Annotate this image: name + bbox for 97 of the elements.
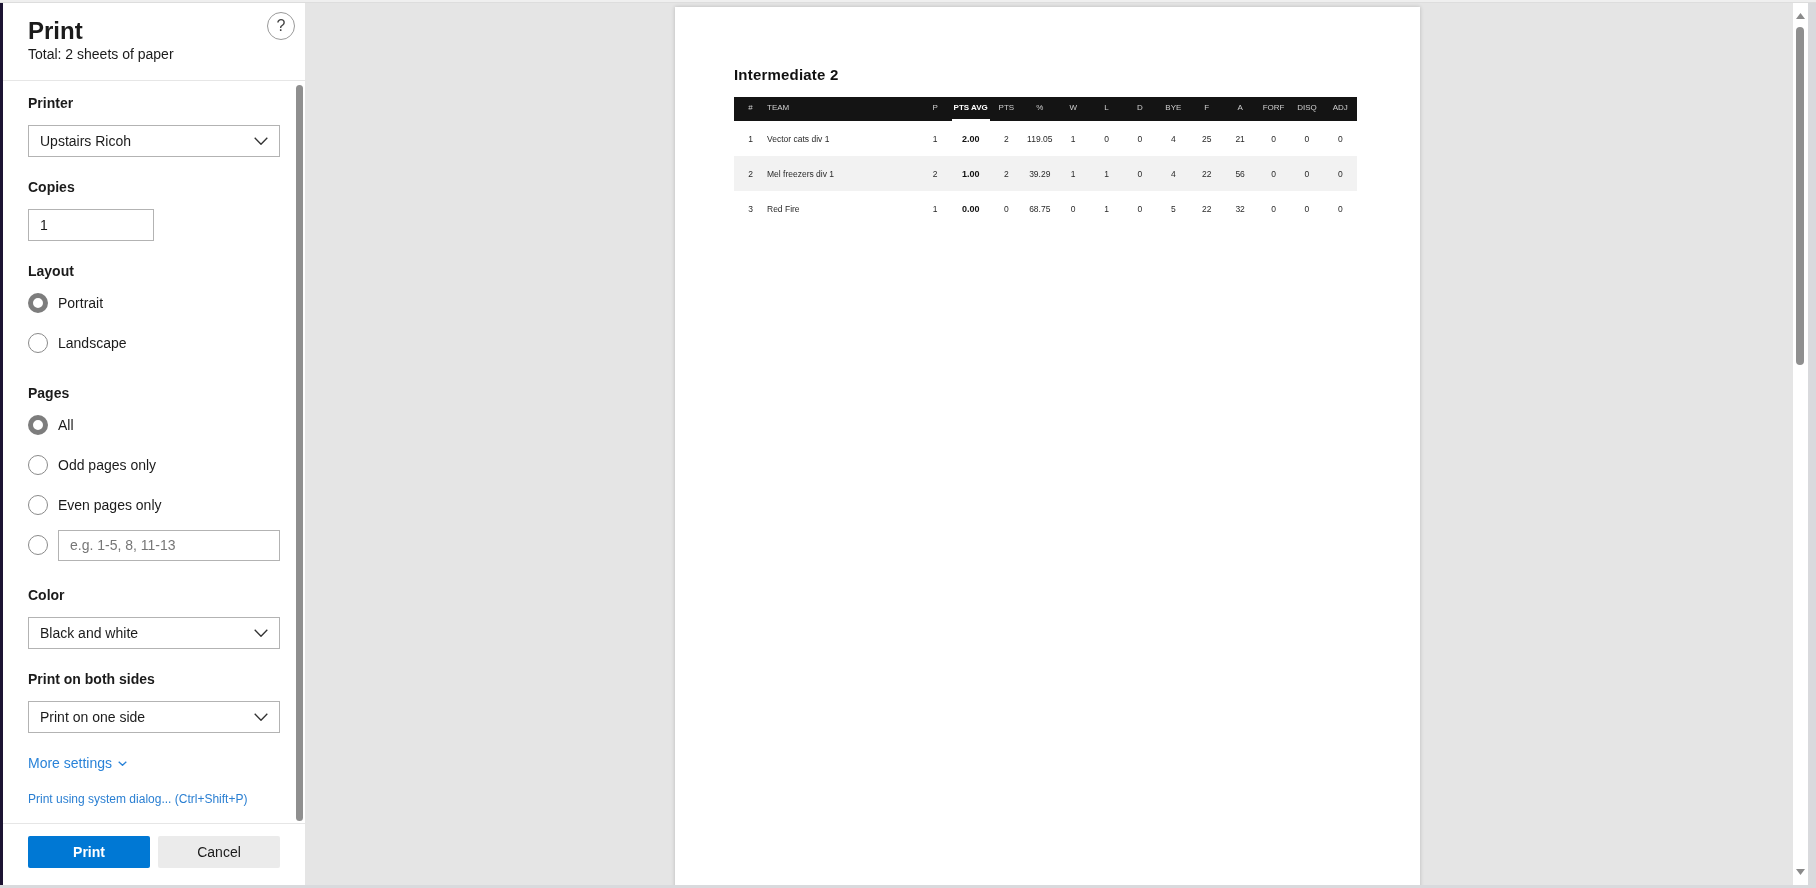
column-header[interactable]: P bbox=[918, 97, 952, 121]
table-cell-text: 39.29 bbox=[1028, 167, 1052, 180]
table-cell-text: 0 bbox=[1303, 202, 1311, 215]
column-header[interactable]: W bbox=[1056, 97, 1090, 121]
table-cell-text: Vector cats div 1 bbox=[767, 132, 831, 145]
table-cell-text: 22 bbox=[1201, 167, 1213, 180]
column-header[interactable]: A bbox=[1223, 97, 1257, 121]
column-header[interactable]: # bbox=[734, 97, 767, 121]
table-cell-text: 0 bbox=[1303, 167, 1311, 180]
table-cell-text: 2 bbox=[931, 167, 939, 180]
dropdown[interactable]: Black and white bbox=[28, 617, 280, 649]
table-cell-text: 1 bbox=[1069, 167, 1077, 180]
sheet-count: Total: 2 sheets of paper bbox=[28, 45, 174, 63]
scrollbar-thumb[interactable] bbox=[296, 85, 303, 821]
table-cell-text: 0 bbox=[1336, 202, 1344, 215]
column-header[interactable]: BYE bbox=[1156, 97, 1191, 121]
table-cell-text: 0 bbox=[1336, 167, 1344, 180]
scrollbar-thumb[interactable] bbox=[1796, 27, 1804, 365]
option-label[interactable]: Portrait bbox=[58, 293, 104, 313]
radio-button[interactable] bbox=[28, 415, 48, 435]
table-cell-text: 0 bbox=[1069, 202, 1077, 215]
cancel-button[interactable]: Cancel bbox=[158, 836, 280, 868]
print-button[interactable]: Print bbox=[28, 836, 150, 868]
table-cell-text: 0 bbox=[1336, 132, 1344, 145]
section-label: Color bbox=[28, 586, 65, 605]
section-label: Printer bbox=[28, 94, 74, 113]
table-cell-text: 2 bbox=[747, 167, 754, 180]
table-cell-text: 3 bbox=[747, 202, 754, 215]
table-cell-text: 4 bbox=[1170, 167, 1177, 180]
table-cell-text: 0.00 bbox=[960, 202, 981, 215]
table-cell-text: 1 bbox=[931, 132, 939, 145]
table-cell-text: 0 bbox=[1136, 132, 1144, 145]
column-header[interactable]: FORF bbox=[1256, 97, 1291, 121]
table-cell-text: 22 bbox=[1201, 202, 1213, 215]
table-cell-text: 21 bbox=[1234, 132, 1246, 145]
table-cell-text: 1 bbox=[931, 202, 939, 215]
table-cell-text: 2 bbox=[1003, 167, 1010, 180]
column-header[interactable]: PTS bbox=[989, 97, 1024, 121]
dropdown[interactable]: Print on one side bbox=[28, 701, 280, 733]
table-cell-text: 0 bbox=[1270, 202, 1277, 215]
table-cell-text: 0 bbox=[1003, 202, 1010, 215]
radio-button[interactable] bbox=[28, 495, 48, 515]
option-label[interactable]: All bbox=[58, 415, 74, 435]
table-cell-text: Red Fire bbox=[767, 202, 801, 215]
chevron-down-icon bbox=[254, 629, 268, 637]
table-cell-text: 32 bbox=[1234, 202, 1246, 215]
table-cell-text: 1 bbox=[1103, 167, 1110, 180]
column-header[interactable]: ADJ bbox=[1323, 97, 1357, 121]
table-cell-text: 25 bbox=[1201, 132, 1213, 145]
more-settings-link[interactable]: More settings bbox=[28, 753, 128, 773]
table-cell-text: 1.00 bbox=[960, 167, 981, 180]
scroll-down-icon[interactable] bbox=[1796, 869, 1805, 875]
column-header[interactable]: F bbox=[1190, 97, 1224, 121]
column-header[interactable]: PTS AVG bbox=[951, 97, 990, 121]
chevron-down-icon bbox=[254, 713, 268, 721]
column-header[interactable]: L bbox=[1089, 97, 1124, 121]
table-cell-text: 119.05 bbox=[1026, 132, 1054, 145]
table-cell-text: 1 bbox=[747, 132, 754, 145]
section-label: Copies bbox=[28, 178, 75, 197]
dialog-title: Print bbox=[28, 17, 84, 45]
table-cell-text: 2 bbox=[1003, 132, 1010, 145]
table-cell-text: Mel freezers div 1 bbox=[767, 167, 836, 180]
table-cell-text: 0 bbox=[1270, 132, 1277, 145]
table-cell-text: 2.00 bbox=[960, 132, 981, 145]
standings-heading: Intermediate 2 bbox=[734, 65, 840, 85]
radio-button[interactable] bbox=[28, 293, 48, 313]
radio-button[interactable] bbox=[28, 333, 48, 353]
section-label: Print on both sides bbox=[28, 670, 155, 689]
table-cell-text: 0 bbox=[1136, 167, 1144, 180]
column-header[interactable]: D bbox=[1123, 97, 1157, 121]
column-header[interactable]: TEAM bbox=[767, 97, 919, 121]
system-dialog-link[interactable]: Print using system dialog... (Ctrl+Shift+P) bbox=[28, 791, 248, 807]
section-label: Layout bbox=[28, 262, 74, 281]
table-cell-text: 1 bbox=[1069, 132, 1077, 145]
table-cell-text: 0 bbox=[1103, 132, 1110, 145]
table-cell-text: 0 bbox=[1303, 132, 1311, 145]
number-field[interactable]: 1 bbox=[28, 209, 154, 241]
page-range-field[interactable]: e.g. 1-5, 8, 11-13 bbox=[58, 529, 280, 561]
help-button[interactable]: ? bbox=[267, 12, 295, 40]
column-header[interactable]: DISQ bbox=[1290, 97, 1324, 121]
table-cell-text: 1 bbox=[1103, 202, 1110, 215]
dropdown[interactable]: Upstairs Ricoh bbox=[28, 125, 280, 157]
scroll-up-icon[interactable] bbox=[1796, 13, 1805, 19]
table-cell-text: 0 bbox=[1136, 202, 1144, 215]
table-cell-text: 4 bbox=[1170, 132, 1177, 145]
table-cell-text: 5 bbox=[1170, 202, 1177, 215]
radio-button[interactable] bbox=[28, 455, 48, 475]
radio-button[interactable] bbox=[28, 535, 48, 555]
option-label[interactable]: Landscape bbox=[58, 333, 127, 353]
chevron-down-icon bbox=[254, 137, 268, 145]
section-label: Pages bbox=[28, 384, 70, 403]
column-header[interactable]: % bbox=[1023, 97, 1057, 121]
option-label[interactable]: Odd pages only bbox=[58, 455, 157, 475]
table-cell-text: 56 bbox=[1234, 167, 1246, 180]
table-cell-text: 0 bbox=[1270, 167, 1277, 180]
table-cell-text: 68.75 bbox=[1028, 202, 1052, 215]
option-label[interactable]: Even pages only bbox=[58, 495, 162, 515]
